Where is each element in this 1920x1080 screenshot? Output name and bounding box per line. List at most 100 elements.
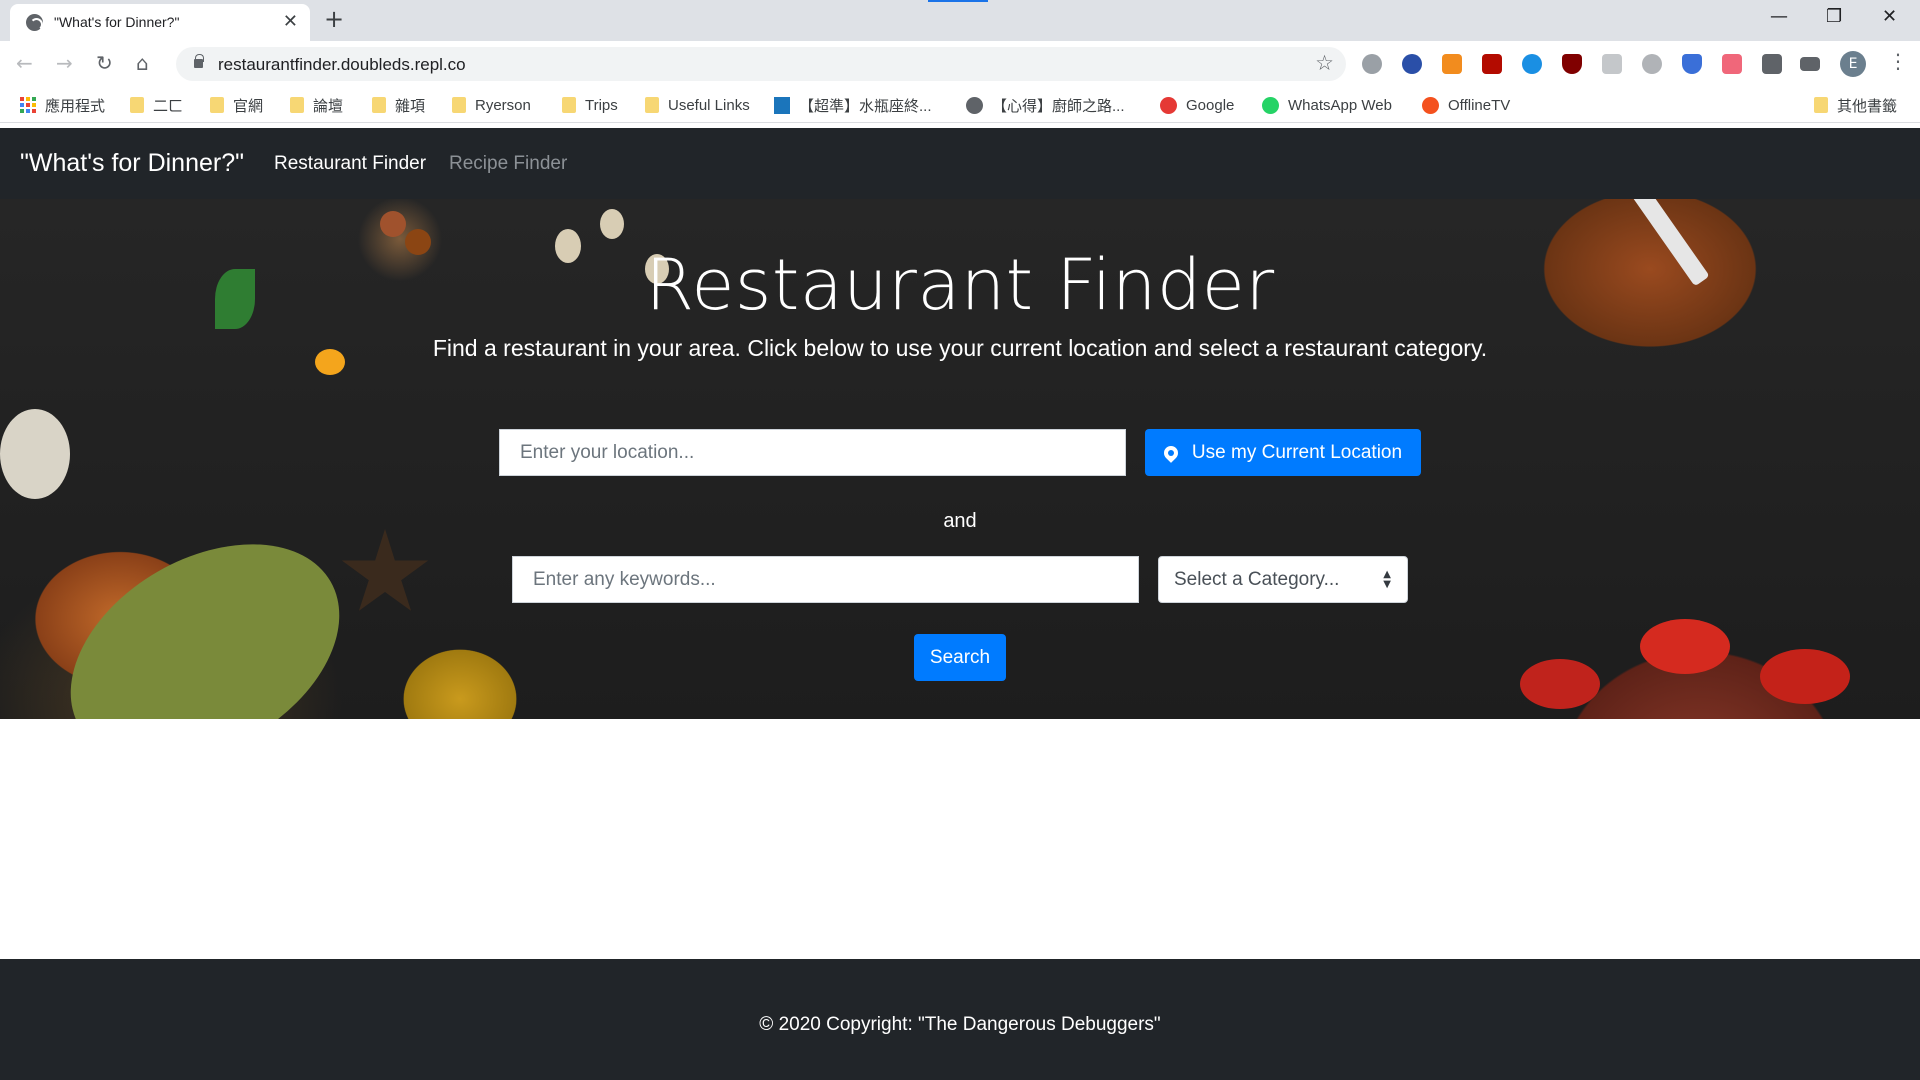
bookmark-other[interactable]: 其他書籤 [1814,95,1897,115]
bookmark-link[interactable]: OfflineTV [1422,95,1510,115]
offlinetv-icon [1422,96,1439,114]
tab-title: "What's for Dinner?" [54,14,180,30]
acrobat-icon[interactable] [1482,54,1502,74]
folder-icon [1814,97,1828,113]
address-bar[interactable]: restaurantfinder.doubleds.repl.co ☆ [176,47,1346,81]
seed-decoration [600,209,624,239]
profile-avatar[interactable]: E [1840,51,1866,77]
tab-close-icon[interactable]: ✕ [283,11,298,32]
menu-icon[interactable]: ⋮ [1888,49,1908,73]
folder-icon [130,97,144,113]
category-select-value: Select a Category... [1174,569,1340,590]
keywords-input[interactable] [513,557,1138,602]
and-text: and [943,510,977,532]
select-arrows-icon: ▲ ▼ [1383,569,1391,590]
bookmark-label: Trips [585,96,618,114]
hero-section: Restaurant Finder Find a restaurant in y… [0,199,1920,719]
extension-icon[interactable] [1442,54,1462,74]
puzzle-icon[interactable] [1762,54,1782,74]
globe-icon [26,14,43,31]
search-button-label: Search [929,646,991,668]
reload-icon[interactable]: ↻ [96,51,113,75]
use-current-location-label: Use my Current Location [1191,441,1403,463]
apps-grid-icon [20,97,36,113]
forward-arrow-icon[interactable]: → [56,51,73,75]
folder-icon [562,97,576,113]
nav-recipe-finder[interactable]: Recipe Finder [449,153,567,175]
folder-icon [452,97,466,113]
folder-icon [372,97,386,113]
location-input[interactable] [500,430,1125,475]
bookmark-label: OfflineTV [1448,96,1511,114]
hero-title: Restaurant Finder [645,244,1275,326]
extension-icon[interactable] [1522,54,1542,74]
bookmark-link[interactable]: WhatsApp Web [1262,95,1392,115]
extension-icon[interactable] [1642,54,1662,74]
bookmarks-bar: 應用程式 二ㄈ 官網 論壇 雜項 Ryerson Trips Useful Li… [0,87,1920,123]
folder-icon [645,97,659,113]
site-footer: © 2020 Copyright: "The Dangerous Debugge… [0,959,1920,1080]
bookmark-folder[interactable]: 雜項 [372,95,425,115]
bookmark-apps[interactable]: 應用程式 [20,95,105,115]
extension-icon[interactable] [1362,54,1382,74]
browser-toolbar: ← → ↻ ⌂ restaurantfinder.doubleds.repl.c… [0,41,1920,87]
bookmark-label: 【超準】水瓶座終... [799,97,932,115]
bookmark-label: 論壇 [313,97,344,115]
nav-restaurant-finder[interactable]: Restaurant Finder [274,153,426,175]
bookmark-folder[interactable]: 官網 [210,95,263,115]
bookmark-label: Useful Links [668,96,750,114]
bookmark-folder[interactable]: 論壇 [290,95,343,115]
bookmark-label: 其他書籤 [1837,97,1898,115]
hero-subtitle: Find a restaurant in your area. Click be… [432,335,1488,361]
map-marker-icon [1161,442,1181,463]
bookmark-link[interactable]: 【心得】廚師之路... [966,95,1125,115]
new-tab-button[interactable]: + [324,5,344,33]
bookmark-label: 雜項 [395,97,426,115]
folder-icon [290,97,304,113]
bookmark-folder[interactable]: Ryerson [452,95,531,115]
bookmark-label: 官網 [233,97,264,115]
bookmark-label: Google [1186,96,1235,114]
site-brand[interactable]: "What's for Dinner?" [20,149,244,178]
lock-icon [194,54,204,68]
crawfish-decoration [1520,659,1600,709]
bookmark-label: 二ㄈ [153,97,184,115]
bookmark-label: 【心得】廚師之路... [992,97,1125,115]
category-select[interactable]: Select a Category... ▲ ▼ [1158,556,1408,603]
globe-icon [966,96,983,114]
window-close-button[interactable]: ✕ [1882,6,1897,27]
bookmark-link[interactable]: 【超準】水瓶座終... [774,95,932,115]
extension-icon[interactable] [1402,54,1422,74]
whatsapp-icon [1262,96,1279,114]
browser-tab[interactable]: "What's for Dinner?" ✕ [10,4,310,41]
url-text: restaurantfinder.doubleds.repl.co [218,55,466,74]
bookmark-label: WhatsApp Web [1288,96,1392,114]
keywords-field[interactable] [512,556,1139,603]
site-navbar: "What's for Dinner?" Restaurant Finder R… [0,128,1920,199]
bookmark-link[interactable]: Google [1160,95,1234,115]
extension-icon[interactable] [1722,54,1742,74]
bookmark-folder[interactable]: 二ㄈ [130,95,183,115]
minimize-button[interactable]: — [1770,6,1788,27]
bookmark-folder[interactable]: Useful Links [645,95,750,115]
search-button[interactable]: Search [914,634,1006,681]
extension-icon[interactable] [1602,54,1622,74]
browser-tabstrip: "What's for Dinner?" ✕ + — ❐ ✕ [0,0,1920,41]
media-queue-icon[interactable] [1800,57,1820,71]
restore-button[interactable]: ❐ [1826,6,1842,27]
google-icon [1160,96,1177,114]
use-current-location-button[interactable]: Use my Current Location [1145,429,1421,476]
bookmark-label: Ryerson [475,96,531,114]
crawfish-decoration [1760,649,1850,704]
home-icon[interactable]: ⌂ [136,51,149,75]
footer-copyright: © 2020 Copyright: "The Dangerous Debugge… [759,1014,1161,1035]
crawfish-decoration [1640,619,1730,674]
ublock-icon[interactable] [1562,54,1582,74]
shield-icon[interactable] [1682,54,1702,74]
back-arrow-icon[interactable]: ← [16,51,33,75]
bookmark-star-icon[interactable]: ☆ [1315,51,1334,75]
bookmark-folder[interactable]: Trips [562,95,618,115]
bookmark-label: 應用程式 [45,97,106,115]
folder-icon [210,97,224,113]
location-field[interactable] [499,429,1126,476]
